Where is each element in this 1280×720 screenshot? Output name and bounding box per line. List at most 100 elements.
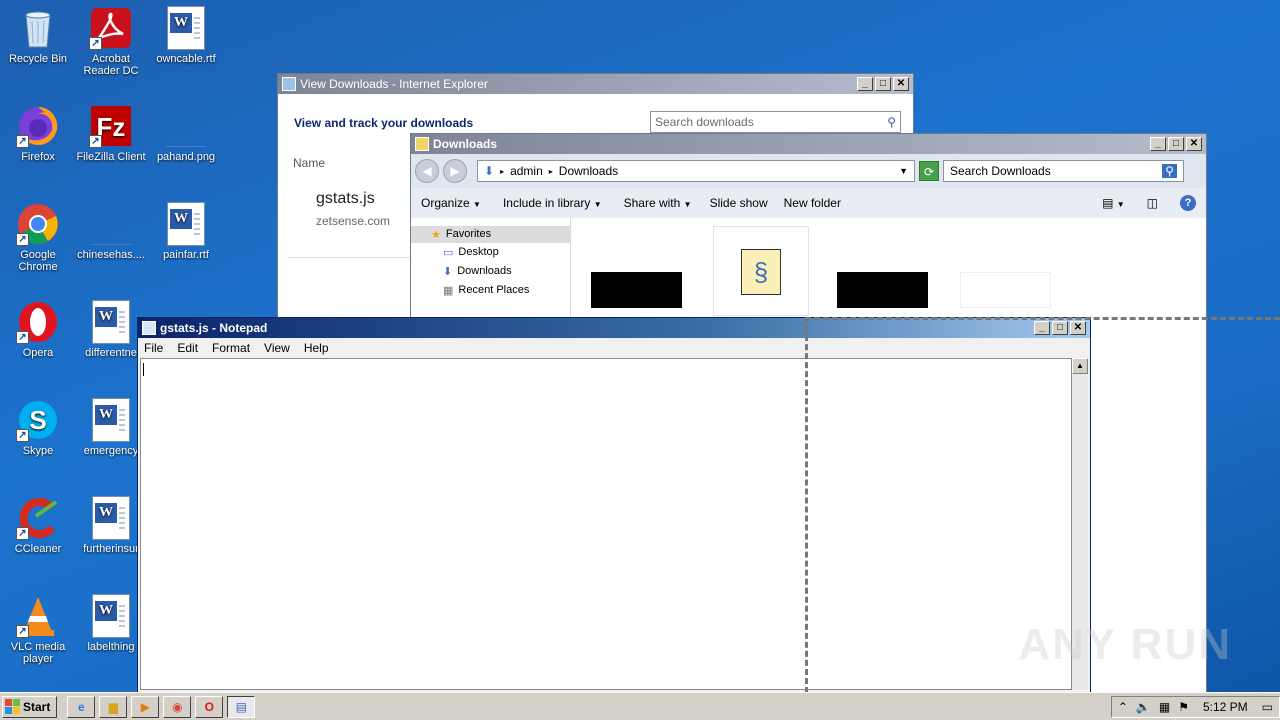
nav-recent-places[interactable]: ▦ Recent Places	[411, 281, 570, 300]
clock[interactable]: 5:12 PM	[1203, 700, 1248, 714]
minimize-button[interactable]: _	[1150, 137, 1166, 151]
filezilla-icon: Fz ↗	[89, 104, 133, 148]
breadcrumb-admin[interactable]: admin	[510, 164, 543, 178]
shortcut-arrow-icon: ↗	[16, 331, 29, 344]
maximize-button[interactable]: □	[875, 77, 891, 91]
folder-icon	[415, 137, 429, 151]
taskbar-chrome-icon[interactable]: ◉	[163, 695, 192, 718]
explorer-command-bar: Organize ▼ Include in library ▼ Share wi…	[411, 188, 1206, 218]
help-icon[interactable]: ?	[1180, 195, 1196, 211]
shortcut-arrow-icon: ↗	[16, 625, 29, 638]
word-document-icon: W	[89, 398, 133, 442]
desktop-icon-pahand[interactable]: pahand.png	[148, 104, 224, 163]
taskbar-notepad-icon[interactable]: ▤	[227, 695, 256, 718]
desktop-icon-opera[interactable]: ↗ Opera	[0, 300, 76, 359]
breadcrumb-separator-icon[interactable]: ▸	[549, 167, 553, 176]
taskbar: Start e ▆ ▶ ◉ O ▤ ⌃ 🔈 ▦ ⚑ 5:12 PM ▭	[0, 692, 1280, 720]
desktop-icon-skype[interactable]: S ↗ Skype	[0, 398, 76, 457]
address-dropdown-icon[interactable]: ▼	[899, 166, 908, 176]
taskbar-opera-icon[interactable]: O	[195, 695, 224, 718]
share-with-menu[interactable]: Share with ▼	[624, 196, 692, 210]
change-view-icon[interactable]: ▤ ▼	[1102, 196, 1125, 210]
menu-help[interactable]: Help	[304, 341, 329, 355]
file-thumbnail[interactable]	[837, 272, 928, 308]
start-button[interactable]: Start	[2, 695, 58, 718]
explorer-search[interactable]: Search Downloads ⚲	[943, 160, 1184, 182]
word-document-icon: W	[89, 594, 133, 638]
firefox-icon: ↗	[16, 104, 60, 148]
word-document-icon: W	[89, 300, 133, 344]
vlc-icon: ↗	[16, 594, 60, 638]
nav-downloads[interactable]: ⬇ Downloads	[411, 262, 570, 281]
slide-show-button[interactable]: Slide show	[710, 196, 768, 210]
windows-logo-icon	[5, 699, 20, 714]
breadcrumb-separator-icon[interactable]: ▸	[500, 167, 504, 176]
explorer-titlebar[interactable]: Downloads _ □ ✕	[411, 134, 1206, 154]
desktop-folder-icon: ▭	[443, 247, 454, 259]
word-document-icon: W	[89, 496, 133, 540]
preview-pane-icon[interactable]: ◫	[1147, 196, 1158, 210]
close-button[interactable]: ✕	[1186, 137, 1202, 151]
search-icon[interactable]: ⚲	[887, 115, 896, 129]
maximize-button[interactable]: □	[1168, 137, 1184, 151]
desktop-icon-vlc[interactable]: ↗ VLC media player	[0, 594, 76, 665]
desktop-icon-painfar[interactable]: W painfar.rtf	[148, 202, 224, 261]
svg-text:S: S	[29, 405, 46, 435]
file-thumbnail[interactable]	[960, 272, 1051, 308]
desktop-icon-ccleaner[interactable]: ↗ CCleaner	[0, 496, 76, 555]
file-thumbnail[interactable]	[591, 272, 682, 308]
forward-button[interactable]: ▶	[443, 159, 467, 183]
refresh-button[interactable]: ⟳	[919, 161, 939, 181]
file-thumbnail-selected[interactable]: §	[713, 226, 809, 316]
ie-downloads-titlebar[interactable]: View Downloads - Internet Explorer _ □ ✕	[278, 74, 913, 94]
nav-favorites[interactable]: ★ Favorites	[411, 226, 570, 243]
ie-downloads-search-input[interactable]: Search downloads	[655, 115, 887, 129]
word-document-icon: W	[164, 202, 208, 246]
taskbar-ie-icon[interactable]: e	[67, 695, 96, 718]
desktop-icon-recycle-bin[interactable]: Recycle Bin	[0, 6, 76, 65]
menu-edit[interactable]: Edit	[177, 341, 198, 355]
shortcut-arrow-icon: ↗	[16, 429, 29, 442]
network-icon[interactable]: ▦	[1159, 700, 1170, 714]
taskbar-explorer-icon[interactable]: ▆	[99, 695, 128, 718]
desktop-icon-chinesehas[interactable]: chinesehas....	[73, 202, 149, 261]
include-in-library-menu[interactable]: Include in library ▼	[503, 196, 602, 210]
close-button[interactable]: ✕	[893, 77, 909, 91]
downloads-folder-icon: ⬇	[484, 164, 495, 178]
show-desktop-icon[interactable]: ▭	[1262, 700, 1273, 714]
explorer-search-input[interactable]: Search Downloads	[950, 164, 1162, 178]
organize-menu[interactable]: Organize ▼	[421, 196, 481, 210]
star-icon: ★	[431, 229, 441, 241]
download-item[interactable]: gstats.js zetsense.com	[288, 184, 410, 258]
minimize-button[interactable]: _	[857, 77, 873, 91]
breadcrumb-downloads[interactable]: Downloads	[559, 164, 618, 178]
downloads-folder-icon: ⬇	[443, 266, 453, 278]
ie-icon	[282, 77, 296, 91]
taskbar-media-player-icon[interactable]: ▶	[131, 695, 160, 718]
address-bar[interactable]: ⬇ ▸ admin ▸ Downloads ▼	[477, 160, 915, 182]
download-item-name: gstats.js	[316, 190, 375, 207]
shortcut-arrow-icon: ↗	[16, 233, 29, 246]
desktop-icon-chrome[interactable]: ↗ Google Chrome	[0, 202, 76, 273]
column-header-name[interactable]: Name	[293, 156, 325, 170]
show-hidden-icons-icon[interactable]: ⌃	[1118, 700, 1128, 714]
download-item-source: zetsense.com	[316, 214, 391, 228]
action-center-flag-icon[interactable]: ⚑	[1178, 700, 1189, 714]
ie-downloads-search[interactable]: Search downloads ⚲	[650, 111, 901, 133]
desktop-icon-filezilla[interactable]: Fz ↗ FileZilla Client	[73, 104, 149, 163]
notepad-icon	[142, 321, 156, 335]
explorer-title: Downloads	[433, 137, 498, 151]
search-icon[interactable]: ⚲	[1162, 164, 1177, 178]
acrobat-icon: ↗	[89, 6, 133, 50]
new-folder-button[interactable]: New folder	[784, 196, 841, 210]
chrome-icon: ↗	[16, 202, 60, 246]
nav-desktop[interactable]: ▭ Desktop	[411, 243, 570, 262]
menu-view[interactable]: View	[264, 341, 290, 355]
desktop-icon-owncable[interactable]: W owncable.rtf	[148, 6, 224, 65]
desktop-icon-acrobat[interactable]: ↗ Acrobat Reader DC	[73, 6, 149, 77]
menu-file[interactable]: File	[144, 341, 163, 355]
back-button[interactable]: ◀	[415, 159, 439, 183]
volume-icon[interactable]: 🔈	[1136, 700, 1151, 714]
menu-format[interactable]: Format	[212, 341, 250, 355]
desktop-icon-firefox[interactable]: ↗ Firefox	[0, 104, 76, 163]
